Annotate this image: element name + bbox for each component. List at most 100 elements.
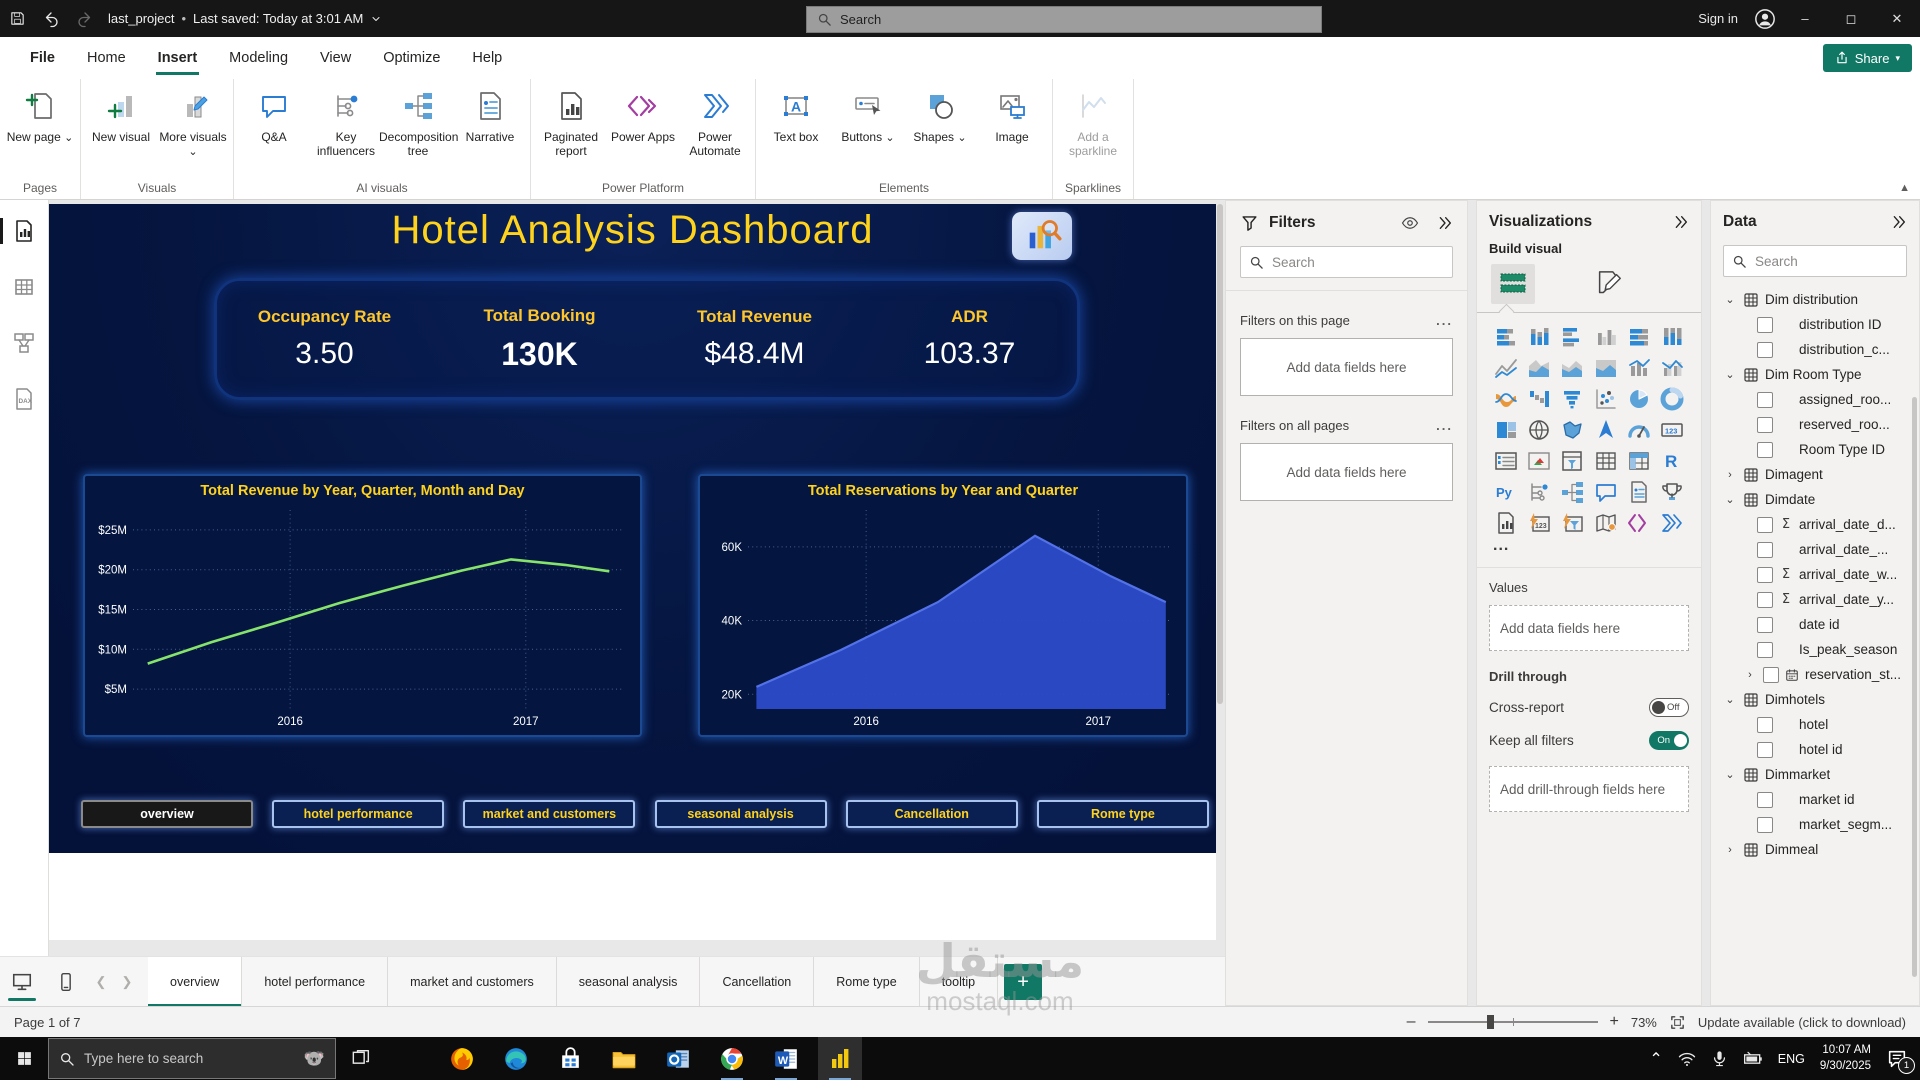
field-checkbox[interactable] [1757,417,1773,433]
dashboard-nav-hotel-performance[interactable]: hotel performance [272,800,444,828]
field-checkbox[interactable] [1757,592,1773,608]
area-chart-icon[interactable] [1526,356,1552,380]
page-tab-overview[interactable]: overview [148,957,242,1007]
funnel-chart-icon[interactable] [1559,387,1585,411]
field-row-assigned-roo-[interactable]: assigned_roo... [1723,387,1907,412]
table-row-dimmarket[interactable]: ⌄Dimmarket [1723,762,1907,787]
chevron-down-icon[interactable]: ⌄ [1723,768,1737,781]
arcgis-map-icon[interactable] [1593,511,1619,535]
close-button[interactable]: ✕ [1874,0,1920,37]
chevron-right-icon[interactable]: › [1723,469,1737,481]
field-row-reserved-roo-[interactable]: reserved_roo... [1723,412,1907,437]
image-button[interactable]: Image [976,83,1048,171]
menu-tab-home[interactable]: Home [71,37,142,79]
pct-stacked-column-chart-icon[interactable] [1659,325,1685,349]
ribbon-chart-icon[interactable] [1493,387,1519,411]
treemap-icon[interactable] [1493,418,1519,442]
field-row-market-id[interactable]: market id [1723,787,1907,812]
clustered-bar-chart-icon[interactable] [1559,325,1585,349]
more-visual-types[interactable]: ... [1493,537,1689,555]
field-checkbox[interactable] [1757,392,1773,408]
dashboard-visual[interactable]: Hotel Analysis Dashboard Occupancy Rate3… [49,204,1216,853]
table-row-dim-distribution[interactable]: ⌄Dim distribution [1723,287,1907,312]
matrix-icon[interactable] [1626,449,1652,473]
language-indicator[interactable]: ENG [1778,1052,1805,1066]
decomposition-tree-icon[interactable] [1559,480,1585,504]
dashboard-nav-rome-type[interactable]: Rome type [1037,800,1209,828]
line-chart-icon[interactable] [1493,356,1519,380]
table-row-dim-room-type[interactable]: ⌄Dim Room Type [1723,362,1907,387]
filter-dropzone[interactable]: Add data fields here [1240,443,1453,501]
field-row-arrival-date-y-[interactable]: Σarrival_date_y... [1723,587,1907,612]
kpi-card[interactable]: ADR103.37 [862,307,1077,371]
drill-through-dropzone[interactable]: Add drill-through fields here [1489,766,1689,812]
table-view-button[interactable] [0,270,49,304]
python-script-icon[interactable]: Py [1493,480,1519,504]
field-row-distribution-id[interactable]: distribution ID [1723,312,1907,337]
power-automate-button[interactable]: Power Automate [679,83,751,171]
chevron-right-icon[interactable]: › [1723,844,1737,856]
explorer-taskbar-icon[interactable] [602,1037,646,1080]
dashboard-nav-seasonal-analysis[interactable]: seasonal analysis [655,800,827,828]
data-search-input[interactable]: Search [1723,245,1907,277]
gauge-icon[interactable] [1626,418,1652,442]
edge-taskbar-icon[interactable] [494,1037,538,1080]
r-script-icon[interactable]: R [1659,449,1685,473]
store-taskbar-icon[interactable] [548,1037,592,1080]
field-row-market-segm-[interactable]: market_segm... [1723,812,1907,837]
table-row-dimdate[interactable]: ⌄Dimdate [1723,487,1907,512]
kpi-card[interactable]: Total Revenue$48.4M [647,307,862,371]
outlook-taskbar-icon[interactable] [656,1037,700,1080]
card-icon[interactable]: 123 [1659,418,1685,442]
page-tab-tooltip[interactable]: tooltip [920,957,998,1007]
field-checkbox[interactable] [1757,542,1773,558]
buttons-button[interactable]: Buttons ⌄ [832,83,904,171]
field-row-reservation-st-[interactable]: ›reservation_st... [1723,662,1907,687]
field-checkbox[interactable] [1757,742,1773,758]
qa-visual-icon[interactable] [1593,480,1619,504]
stacked-area-chart-icon[interactable] [1559,356,1585,380]
field-row-is-peak-season[interactable]: Is_peak_season [1723,637,1907,662]
multirow-card-icon[interactable] [1493,449,1519,473]
table-row-dimmeal[interactable]: ›Dimmeal [1723,837,1907,862]
data-pane-scrollbar[interactable] [1912,397,1917,977]
shapes-button[interactable]: Shapes ⌄ [904,83,976,171]
pie-chart-icon[interactable] [1626,387,1652,411]
field-checkbox[interactable] [1757,717,1773,733]
field-checkbox[interactable] [1757,617,1773,633]
firefox-taskbar-icon[interactable] [440,1037,484,1080]
clock[interactable]: 10:07 AM 9/30/2025 [1820,1043,1871,1074]
key-influencers-icon[interactable] [1526,480,1552,504]
quick-measure-123-icon[interactable]: 123 [1526,511,1552,535]
field-checkbox[interactable] [1757,442,1773,458]
kpi-icon[interactable] [1526,449,1552,473]
field-row-arrival-date-w-[interactable]: Σarrival_date_w... [1723,562,1907,587]
field-checkbox[interactable] [1757,817,1773,833]
notification-center-icon[interactable]: 1 [1886,1048,1908,1070]
waterfall-chart-icon[interactable] [1526,387,1552,411]
collapse-pane-icon[interactable] [1437,215,1453,231]
mobile-view-button[interactable] [44,957,88,1007]
values-dropzone[interactable]: Add data fields here [1489,605,1689,651]
slicer-icon[interactable] [1559,449,1585,473]
next-page-arrow[interactable]: ❯ [114,957,140,1007]
dashboard-nav-cancellation[interactable]: Cancellation [846,800,1018,828]
field-checkbox[interactable] [1757,342,1773,358]
power-apps-button[interactable]: Power Apps [607,83,679,171]
wifi-icon[interactable] [1678,1050,1696,1068]
power-apps-icon[interactable] [1626,511,1652,535]
keep-all-filters-toggle[interactable]: On [1649,731,1689,750]
page-tab-seasonal-analysis[interactable]: seasonal analysis [557,957,701,1007]
table-icon[interactable] [1593,449,1619,473]
revenue-line-chart[interactable]: Total Revenue by Year, Quarter, Month an… [83,474,642,737]
filled-map-icon[interactable] [1559,418,1585,442]
chevron-down-icon[interactable]: ⌄ [1723,493,1737,506]
zoom-slider[interactable] [1428,1021,1598,1023]
narrative-icon[interactable] [1626,480,1652,504]
report-view-button[interactable] [0,214,49,248]
paginated-report-button[interactable]: Paginated report [535,83,607,171]
field-row-date-id[interactable]: date id [1723,612,1907,637]
field-checkbox[interactable] [1757,567,1773,583]
share-button[interactable]: Share ▾ [1823,44,1912,72]
chrome-taskbar-icon[interactable] [710,1037,754,1080]
